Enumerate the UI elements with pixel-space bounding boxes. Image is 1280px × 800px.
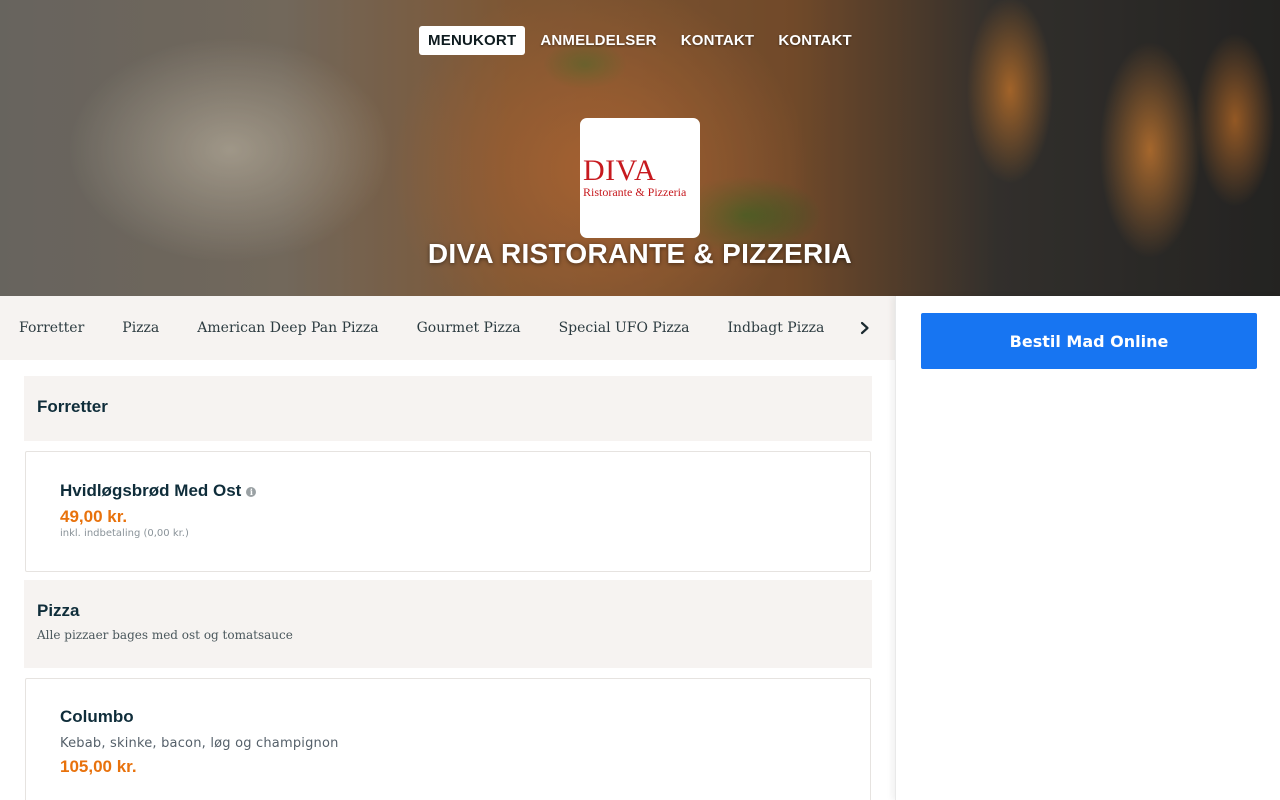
order-sidebar: Bestil Mad Online [895,296,1280,800]
section-header-pizza: Pizza Alle pizzaer bages med ost og toma… [24,580,872,668]
section-title: Forretter [37,397,108,416]
order-online-button[interactable]: Bestil Mad Online [921,313,1257,369]
menu-item-card[interactable]: Hvidløgsbrød Med Ost i 49,00 kr. inkl. i… [25,451,871,572]
info-icon[interactable]: i [246,487,257,497]
restaurant-name: DIVA RISTORANTE & PIZZERIA [427,238,853,269]
category-bar: Forretter Pizza American Deep Pan Pizza Gou… [0,296,895,360]
item-name: Columbo [60,707,134,726]
top-navigation: MENUKORT ANMELDELSER KONTAKT KONTAKT [0,26,1280,55]
category-forretter[interactable]: Forretter [19,296,84,360]
menu-item-card[interactable]: Columbo Kebab, skinke, bacon, løg og cha… [25,678,871,800]
section-header-forretter: Forretter [24,376,872,441]
nav-menukort[interactable]: MENUKORT [419,26,526,55]
section-title: Pizza [37,601,80,620]
item-deposit-note: inkl. indbetaling (0,00 kr.) [60,528,189,539]
item-price: 49,00 kr. [60,507,128,526]
item-description: Kebab, skinke, bacon, løg og champignon [60,736,339,751]
logo-subtitle: Ristorante & Pizzeria [583,185,687,199]
section-description: Alle pizzaer bages med ost og tomatsauce [37,628,293,642]
category-track: Forretter Pizza American Deep Pan Pizza Gou… [0,296,840,360]
item-name-row: Hvidløgsbrød Med Ost i [60,481,870,501]
nav-kontakt[interactable]: KONTAKT [672,26,764,55]
item-price: 105,00 kr. [60,757,137,776]
menu-list: Forretter Hvidløgsbrød Med Ost i 49,00 k… [0,360,895,800]
nav-anmeldelser[interactable]: ANMELDELSER [531,26,665,55]
nav-kontakt-2[interactable]: KONTAKT [769,26,861,55]
item-name: Hvidløgsbrød Med Ost [60,481,242,500]
chevron-right-icon[interactable] [850,313,880,343]
logo-wordmark: DIVA [583,154,657,187]
category-indbagt-pizza[interactable]: Indbagt Pizza [727,296,824,360]
hero-banner: MENUKORT ANMELDELSER KONTAKT KONTAKT DIV… [0,0,1280,296]
category-pizza[interactable]: Pizza [122,296,159,360]
category-special-ufo-pizza[interactable]: Special UFO Pizza [559,296,690,360]
category-gourmet-pizza[interactable]: Gourmet Pizza [417,296,521,360]
restaurant-logo: DIVA Ristorante & Pizzeria [580,118,700,238]
category-american-deep-pan-pizza[interactable]: American Deep Pan Pizza [197,296,378,360]
